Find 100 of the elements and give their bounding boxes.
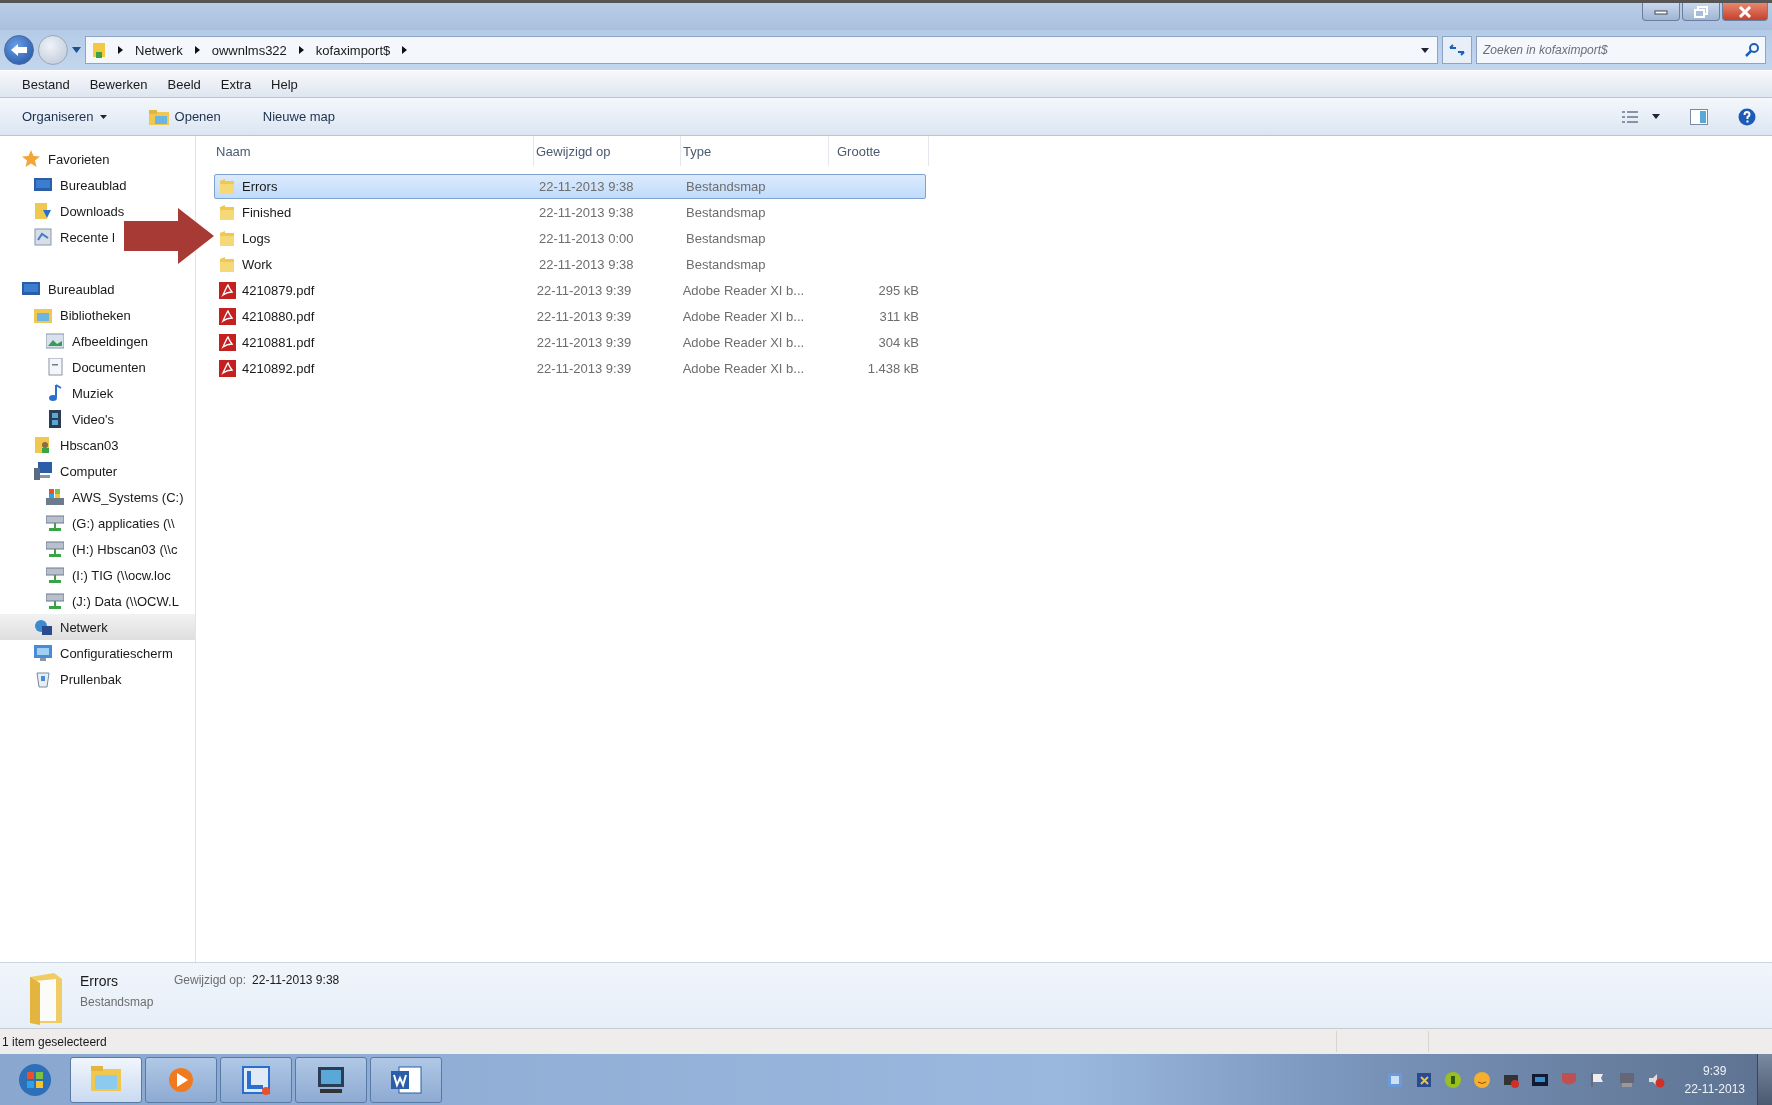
window-icon[interactable]: [1385, 1070, 1404, 1089]
restore-icon: [1694, 5, 1708, 18]
sidebar-item[interactable]: Documenten: [46, 354, 146, 380]
star-icon: [22, 150, 40, 168]
chevron-icon[interactable]: [402, 46, 408, 54]
toolbar-button[interactable]: Nieuwe map: [254, 105, 344, 128]
file-type: Adobe Reader XI b...: [681, 361, 806, 376]
pictures-icon: [46, 332, 64, 350]
taskbar-app[interactable]: [370, 1056, 442, 1103]
drive-icon: [46, 488, 64, 506]
film-icon: [46, 410, 64, 428]
toolbar-button[interactable]: Organiseren: [14, 105, 115, 128]
back-arrow-icon: [9, 42, 29, 58]
column-header[interactable]: Grootte: [829, 136, 929, 166]
taskbar-app[interactable]: [295, 1056, 367, 1103]
taskbar-app[interactable]: [70, 1056, 142, 1103]
sidebar-item[interactable]: Netwerk: [0, 614, 195, 640]
breadcrumb-item[interactable]: kofaximport$: [315, 42, 391, 58]
sidebar-item[interactable]: (G:) applicaties (\\: [46, 510, 175, 536]
folder-icon: [34, 202, 52, 220]
modified-date: 22-11-2013 0:00: [538, 231, 635, 246]
sidebar-item[interactable]: Configuratiescherm: [34, 640, 173, 666]
search-field[interactable]: Zoeken in kofaximport$: [1476, 36, 1766, 64]
pdf-icon: [219, 308, 236, 325]
chevron-icon[interactable]: [118, 46, 123, 54]
address-bar[interactable]: Netwerk owwnlms322 kofaximport$: [85, 36, 1438, 64]
chevron-icon[interactable]: [298, 46, 304, 54]
file-size: 304 kB: [877, 335, 920, 350]
sidebar-item[interactable]: Computer: [34, 458, 118, 484]
close-button[interactable]: [1722, 3, 1768, 21]
file-row[interactable]: 4210892.pdf 22-11-2013 9:39 Adobe Reader XI b... 1.438 kB: [214, 356, 926, 381]
file-name: 4210879.pdf: [242, 283, 315, 298]
help-icon[interactable]: [1738, 107, 1756, 126]
network-drive-icon: [46, 514, 64, 532]
breadcrumb-item[interactable]: Netwerk: [135, 42, 183, 58]
menu-item[interactable]: Help: [271, 76, 298, 92]
search-icon: [1745, 43, 1759, 57]
menu-item[interactable]: Extra: [220, 76, 252, 92]
column-header[interactable]: Gewijzigd op: [534, 136, 681, 166]
view-icon[interactable]: [1622, 109, 1638, 124]
sidebar-item[interactable]: Recente l: [34, 224, 115, 250]
library-icon: [34, 306, 52, 324]
menu-item[interactable]: Beeld: [167, 76, 201, 92]
sidebar-item[interactable]: Downloads: [34, 198, 125, 224]
menu-item[interactable]: Bestand: [22, 76, 70, 92]
taskbar-app[interactable]: [220, 1056, 292, 1103]
column-header[interactable]: Naam: [214, 136, 534, 166]
sidebar-item[interactable]: Bibliotheken: [34, 302, 131, 328]
back-button[interactable]: [4, 35, 34, 65]
sidebar-item[interactable]: AWS_Systems (C:): [46, 484, 184, 510]
file-row[interactable]: 4210881.pdf 22-11-2013 9:39 Adobe Reader XI b... 304 kB: [214, 330, 926, 355]
file-type: Bestandsmap: [685, 231, 767, 246]
sidebar-item[interactable]: Hbscan03: [34, 432, 119, 458]
sidebar-item[interactable]: Bureaublad: [34, 172, 127, 198]
caret-icon[interactable]: [1652, 114, 1660, 119]
modified-date: 22-11-2013 9:38: [538, 257, 635, 272]
taskbar-app[interactable]: [145, 1056, 217, 1103]
pdf-icon: [219, 334, 236, 351]
item-name: Errors: [80, 973, 120, 989]
sidebar-item[interactable]: (J:) Data (\\OCW.L: [46, 588, 179, 614]
sidebar-item[interactable]: Favorieten: [22, 146, 110, 172]
menu-item[interactable]: Bewerken: [89, 76, 148, 92]
column-header[interactable]: Type: [681, 136, 829, 166]
modified-date: 22-11-2013 9:38: [538, 205, 635, 220]
preview-pane-icon[interactable]: [1690, 108, 1708, 125]
sidebar-item[interactable]: Video's: [46, 406, 114, 432]
file-row[interactable]: 4210880.pdf 22-11-2013 9:39 Adobe Reader XI b... 311 kB: [214, 304, 926, 329]
modified-date: 22-11-2013 9:39: [535, 309, 633, 324]
sidebar-item[interactable]: Afbeeldingen: [46, 328, 148, 354]
sidebar-item[interactable]: Muziek: [46, 380, 114, 406]
sidebar-item[interactable]: (H:) Hbscan03 (\\c: [46, 536, 178, 562]
file-row[interactable]: Work 22-11-2013 9:38 Bestandsmap: [214, 252, 926, 277]
file-type: Adobe Reader XI b...: [681, 283, 806, 298]
computer-icon: [34, 462, 52, 480]
file-row[interactable]: 4210879.pdf 22-11-2013 9:39 Adobe Reader XI b... 295 kB: [214, 278, 926, 303]
modified-date: 22-11-2013 9:39: [535, 361, 633, 376]
sidebar-item[interactable]: (I:) TIG (\\ocw.loc: [46, 562, 171, 588]
restore-button[interactable]: [1682, 3, 1720, 21]
file-size: 295 kB: [877, 283, 920, 298]
sidebar-item[interactable]: Prullenbak: [34, 666, 122, 692]
modified-date: 22-11-2013 9:39: [535, 283, 633, 298]
folder-icon: [219, 230, 236, 247]
modified-value: 22-11-2013 9:38: [252, 973, 340, 987]
file-name: Logs: [242, 231, 271, 246]
minimize-button[interactable]: [1642, 3, 1680, 21]
show-desktop-button[interactable]: [1757, 1054, 1772, 1105]
toolbar-button[interactable]: Openen: [140, 104, 229, 129]
breadcrumb-item[interactable]: owwnlms322: [211, 42, 287, 58]
sidebar-item[interactable]: Bureaublad: [22, 276, 115, 302]
pdf-icon: [219, 282, 236, 299]
caret-icon[interactable]: [1421, 47, 1429, 53]
file-row[interactable]: Finished 22-11-2013 9:38 Bestandsmap: [214, 200, 926, 225]
file-row[interactable]: Errors 22-11-2013 9:38 Bestandsmap: [214, 174, 926, 199]
file-name: 4210892.pdf: [242, 361, 315, 376]
file-row[interactable]: Logs 22-11-2013 0:00 Bestandsmap: [214, 226, 926, 251]
file-size: 311 kB: [878, 309, 920, 324]
refresh-button[interactable]: [1442, 36, 1472, 64]
file-type: Adobe Reader XI b...: [681, 309, 806, 324]
chevron-icon[interactable]: [194, 46, 200, 54]
folder-icon: [92, 41, 106, 59]
